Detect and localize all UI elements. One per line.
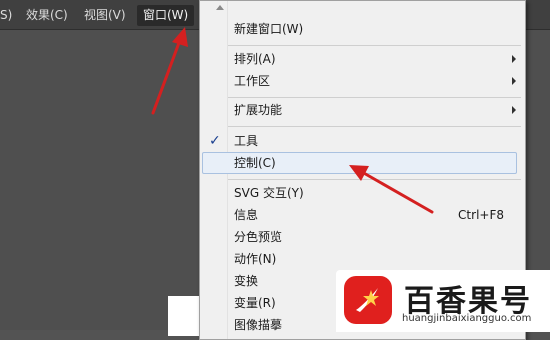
menu-item-label: 分色预览: [234, 230, 283, 244]
submenu-arrow-icon: [512, 77, 516, 85]
menu-item-label: 工具: [234, 134, 259, 148]
menu-item-workspace[interactable]: 工作区: [201, 70, 524, 92]
menu-item-info[interactable]: 信息 Ctrl+F8: [201, 204, 524, 226]
menu-item-label: 变量(R): [234, 296, 276, 310]
menu-item-arrange[interactable]: 排列(A): [201, 48, 524, 70]
submenu-arrow-icon: [512, 55, 516, 63]
menu-item-actions[interactable]: 动作(N): [201, 248, 524, 270]
menu-item-label: 扩展功能: [234, 103, 283, 117]
menu-item-label: 图像描摹: [234, 318, 283, 332]
menu-item-control[interactable]: 控制(C): [202, 152, 517, 174]
menu-view[interactable]: 视图(V): [84, 5, 126, 26]
menu-separator: [228, 45, 521, 46]
menu-separator: [228, 179, 521, 180]
menu-item-label: 信息: [234, 208, 259, 222]
menu-item-tools[interactable]: ✓ 工具: [201, 130, 524, 152]
menu-effect[interactable]: 效果(C): [26, 5, 68, 26]
menu-item-new-window[interactable]: 新建窗口(W): [201, 18, 524, 40]
menu-item-label: 工作区: [234, 74, 271, 88]
menu-item-label: 新建窗口(W): [234, 22, 304, 36]
menu-item-label: SVG 交互(Y): [234, 186, 304, 200]
menu-item-label: 控制(C): [234, 156, 276, 170]
menu-item-label: 排列(A): [234, 52, 276, 66]
checkmark-icon: ✓: [209, 133, 221, 149]
menu-separator: [228, 97, 521, 98]
menu-separator: [228, 126, 521, 127]
menu-window[interactable]: 窗口(W): [137, 5, 195, 26]
submenu-arrow-icon: [512, 106, 516, 114]
watermark-logo: 百香果号 huangjinbaixiangguo.com: [336, 270, 550, 332]
menu-partial[interactable]: S): [0, 5, 12, 26]
scroll-up-arrow-icon[interactable]: [216, 5, 224, 10]
menu-item-svg-interactivity[interactable]: SVG 交互(Y): [201, 182, 524, 204]
menu-item-label: 变换: [234, 274, 259, 288]
menu-item-extensions[interactable]: 扩展功能: [201, 99, 524, 121]
menu-item-separations-preview[interactable]: 分色预览: [201, 226, 524, 248]
watermark-url: huangjinbaixiangguo.com: [402, 313, 532, 324]
logo-mark-icon: [344, 276, 392, 324]
menu-item-label: 动作(N): [234, 252, 277, 266]
menu-item-shortcut: Ctrl+F8: [458, 208, 504, 222]
